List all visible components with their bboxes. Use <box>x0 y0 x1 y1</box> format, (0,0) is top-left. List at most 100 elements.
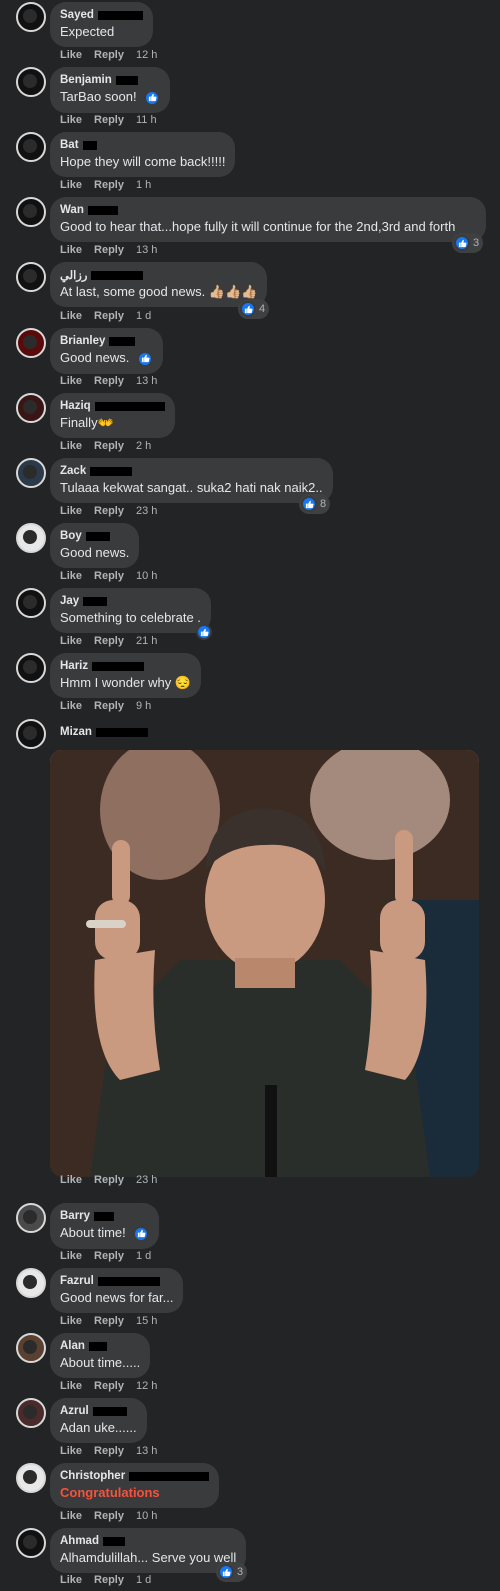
reply-button[interactable]: Reply <box>94 440 124 452</box>
avatar[interactable] <box>16 653 46 683</box>
comment-author[interactable]: Alan <box>60 1339 140 1353</box>
timestamp[interactable]: 10 h <box>136 570 157 582</box>
gif-image[interactable] <box>50 750 479 1177</box>
reply-button[interactable]: Reply <box>94 1574 124 1586</box>
reply-button[interactable]: Reply <box>94 114 124 126</box>
reply-button[interactable]: Reply <box>94 505 124 517</box>
timestamp[interactable]: 12 h <box>136 1380 157 1392</box>
avatar[interactable] <box>16 458 46 488</box>
comment-author[interactable]: Hariz <box>60 659 191 673</box>
like-button[interactable]: Like <box>60 179 82 191</box>
reaction-count[interactable]: 3 <box>452 233 484 253</box>
timestamp[interactable]: 13 h <box>136 375 157 387</box>
timestamp[interactable]: 23 h <box>136 1174 157 1186</box>
timestamp[interactable]: 15 h <box>136 1315 157 1327</box>
avatar[interactable] <box>16 1203 46 1233</box>
like-button[interactable]: Like <box>60 114 82 126</box>
comment-author[interactable]: Zack <box>60 464 323 478</box>
comment-author[interactable]: Boy <box>60 529 129 543</box>
comment-author[interactable]: Bat <box>60 138 225 152</box>
avatar[interactable] <box>16 262 46 292</box>
timestamp[interactable]: 1 d <box>136 310 151 322</box>
like-button[interactable]: Like <box>60 310 82 322</box>
comment-author[interactable]: Haziq <box>60 399 165 413</box>
like-button[interactable]: Like <box>60 1174 82 1186</box>
like-button[interactable]: Like <box>60 1315 82 1327</box>
avatar[interactable] <box>16 393 46 423</box>
timestamp[interactable]: 1 h <box>136 179 151 191</box>
comment-author[interactable]: Fazrul <box>60 1274 173 1288</box>
avatar[interactable] <box>16 523 46 553</box>
comment-author[interactable]: Mizan <box>60 726 148 738</box>
comment-author[interactable]: Azrul <box>60 1404 137 1418</box>
like-button[interactable]: Like <box>60 505 82 517</box>
like-button[interactable]: Like <box>60 1250 82 1262</box>
reply-button[interactable]: Reply <box>94 375 124 387</box>
avatar[interactable] <box>16 1398 46 1428</box>
comment-author[interactable]: رزالي <box>60 268 257 282</box>
comment-author[interactable]: Sayed <box>60 8 143 22</box>
comment-author[interactable]: Ahmad <box>60 1534 236 1548</box>
avatar[interactable] <box>16 1528 46 1558</box>
like-button[interactable]: Like <box>60 1380 82 1392</box>
reply-button[interactable]: Reply <box>94 1315 124 1327</box>
comment-author[interactable]: Benjamin <box>60 73 160 87</box>
reaction-count[interactable]: 8 <box>299 494 331 514</box>
reaction-count[interactable]: 4 <box>238 299 270 319</box>
comment-actions: Like Reply 23 h <box>60 1173 157 1187</box>
reaction-count[interactable]: 3 <box>216 1562 248 1582</box>
avatar[interactable] <box>16 719 46 749</box>
like-button[interactable]: Like <box>60 1510 82 1522</box>
avatar[interactable] <box>16 132 46 162</box>
like-button[interactable]: Like <box>60 49 82 61</box>
comment-text: Congratulations <box>60 1485 160 1500</box>
avatar[interactable] <box>16 67 46 97</box>
timestamp[interactable]: 10 h <box>136 1510 157 1522</box>
avatar[interactable] <box>16 1333 46 1363</box>
comment-author[interactable]: Christopher <box>60 1469 210 1483</box>
like-button[interactable]: Like <box>60 700 82 712</box>
timestamp[interactable]: 21 h <box>136 635 157 647</box>
reply-button[interactable]: Reply <box>94 244 124 256</box>
reply-button[interactable]: Reply <box>94 700 124 712</box>
timestamp[interactable]: 11 h <box>136 114 157 126</box>
timestamp[interactable]: 1 d <box>136 1574 151 1586</box>
reply-button[interactable]: Reply <box>94 310 124 322</box>
timestamp[interactable]: 2 h <box>136 440 151 452</box>
avatar[interactable] <box>16 1463 46 1493</box>
like-button[interactable]: Like <box>60 440 82 452</box>
reply-button[interactable]: Reply <box>94 179 124 191</box>
comment-author[interactable]: Barry <box>60 1209 149 1223</box>
comment-author[interactable]: Jay <box>60 594 201 608</box>
comment-author[interactable]: Wan <box>60 203 476 217</box>
reply-button[interactable]: Reply <box>94 1174 124 1186</box>
avatar[interactable] <box>16 588 46 618</box>
comment-author[interactable]: Brianley <box>60 334 153 348</box>
reply-button[interactable]: Reply <box>94 49 124 61</box>
comment-actions: Like Reply 13 h <box>60 1444 157 1458</box>
timestamp[interactable]: 1 d <box>136 1250 151 1262</box>
timestamp[interactable]: 13 h <box>136 244 157 256</box>
timestamp[interactable]: 13 h <box>136 1445 157 1457</box>
like-button[interactable]: Like <box>60 375 82 387</box>
reply-button[interactable]: Reply <box>94 635 124 647</box>
reply-button[interactable]: Reply <box>94 1510 124 1522</box>
timestamp[interactable]: 23 h <box>136 505 157 517</box>
reply-button[interactable]: Reply <box>94 1250 124 1262</box>
reply-button[interactable]: Reply <box>94 1445 124 1457</box>
like-button[interactable]: Like <box>60 1445 82 1457</box>
reaction-count[interactable] <box>196 624 212 640</box>
reply-button[interactable]: Reply <box>94 1380 124 1392</box>
reply-button[interactable]: Reply <box>94 570 124 582</box>
avatar[interactable] <box>16 1268 46 1298</box>
like-button[interactable]: Like <box>60 244 82 256</box>
like-button[interactable]: Like <box>60 570 82 582</box>
like-button[interactable]: Like <box>60 635 82 647</box>
like-button[interactable]: Like <box>60 1574 82 1586</box>
timestamp[interactable]: 9 h <box>136 700 151 712</box>
avatar[interactable] <box>16 2 46 32</box>
avatar[interactable] <box>16 328 46 358</box>
comment-actions: Like Reply 13 h <box>60 374 157 388</box>
timestamp[interactable]: 12 h <box>136 49 157 61</box>
avatar[interactable] <box>16 197 46 227</box>
